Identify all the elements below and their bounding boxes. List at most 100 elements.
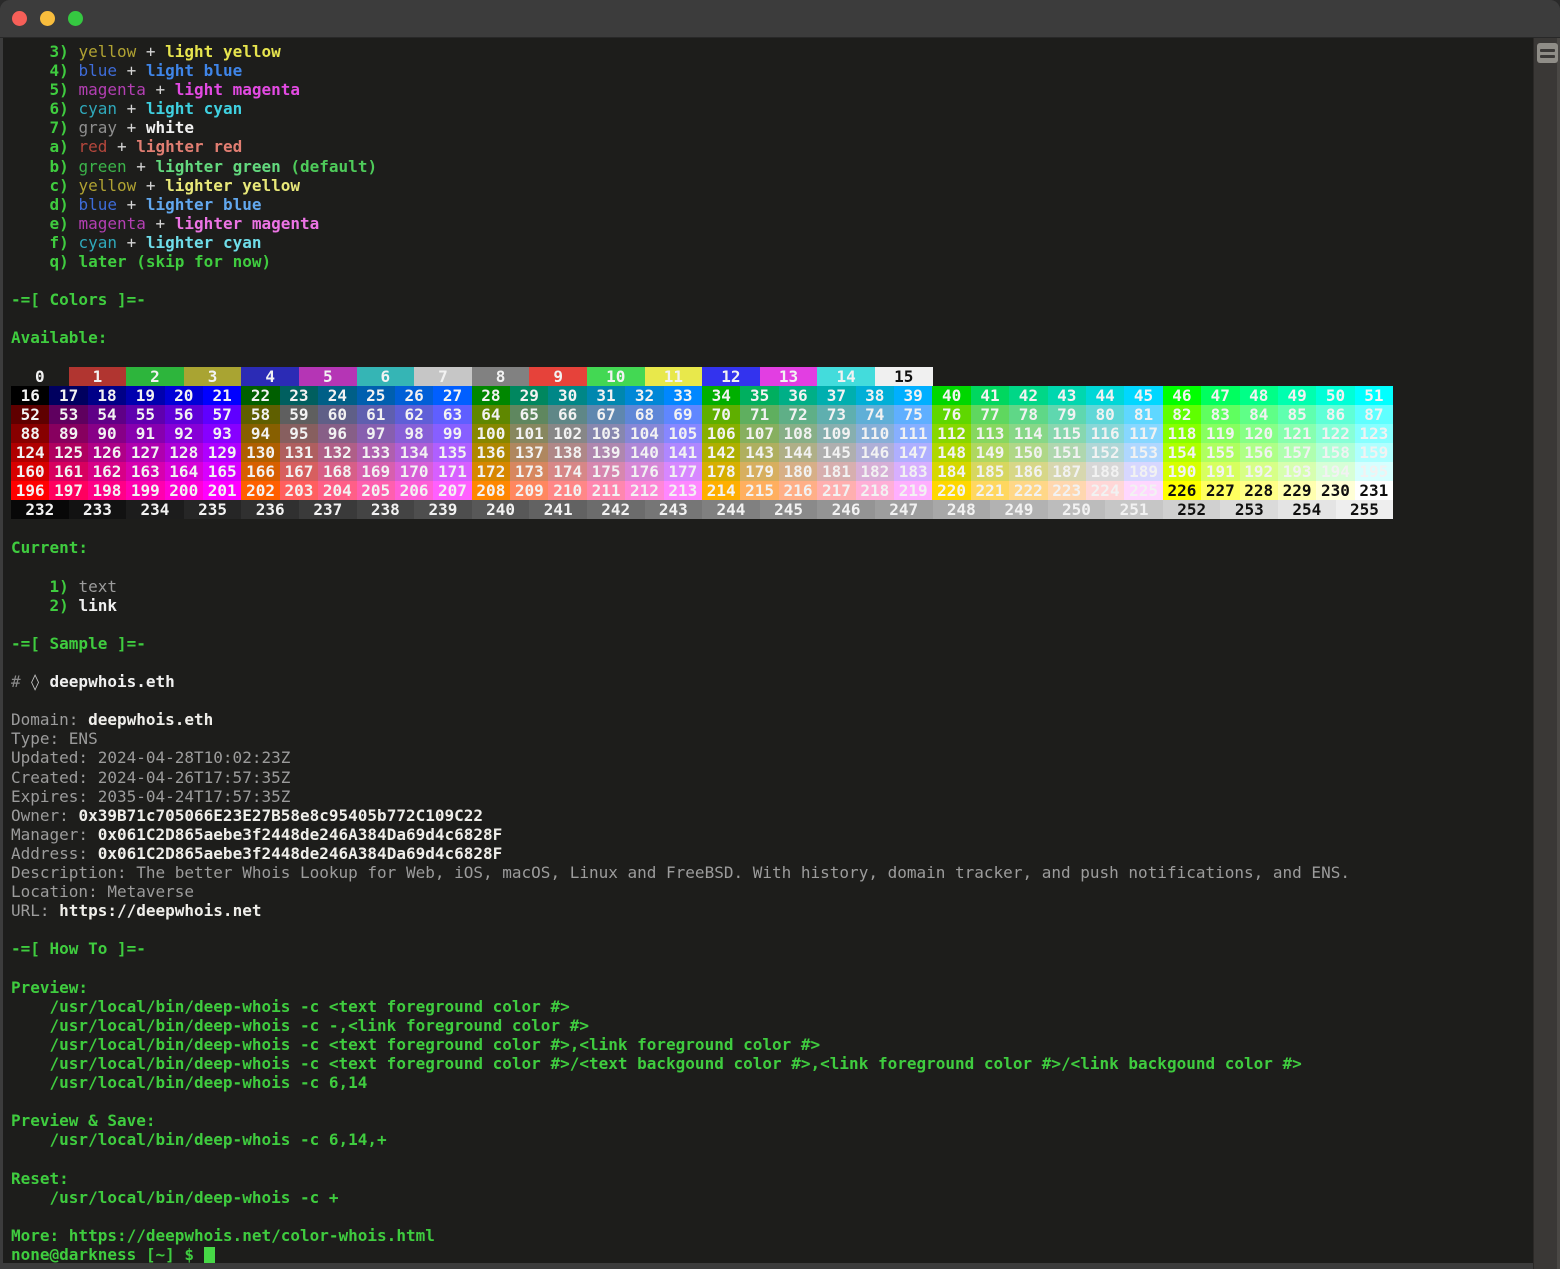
palette-row-16: 1617181920212223242526272829303132333435…: [11, 386, 1533, 405]
palette-cell-20: 20: [165, 386, 203, 405]
palette-cell-246: 246: [817, 500, 875, 519]
palette-cell-197: 197: [49, 481, 87, 500]
minimize-button[interactable]: [40, 11, 55, 26]
close-button[interactable]: [12, 11, 27, 26]
palette-cell-121: 121: [1278, 424, 1316, 443]
palette-cell-176: 176: [625, 462, 663, 481]
terminal-cursor: [204, 1247, 215, 1263]
whois-domain: Domain: deepwhois.eth: [11, 710, 1533, 729]
blank: [11, 1092, 1533, 1111]
palette-cell-231: 231: [1355, 481, 1393, 500]
text-segment: Preview & Save:: [11, 1111, 156, 1130]
palette-row-0: 0123456789101112131415: [11, 367, 1533, 386]
menu-option-b: b) green + lighter green (default): [11, 157, 1533, 176]
preview-save-command: /usr/local/bin/deep-whois -c 6,14,+: [11, 1130, 1533, 1149]
text-segment: +: [117, 61, 146, 80]
palette-cell-62: 62: [395, 405, 433, 424]
palette-cell-107: 107: [740, 424, 778, 443]
palette-cell-140: 140: [625, 443, 663, 462]
scrollback-menu-button[interactable]: [1537, 43, 1558, 63]
palette-cell-187: 187: [1048, 462, 1086, 481]
palette-cell-162: 162: [88, 462, 126, 481]
palette-cell-71: 71: [740, 405, 778, 424]
text-segment: 3): [11, 42, 78, 61]
palette-cell-233: 233: [69, 500, 127, 519]
preview-command-4: /usr/local/bin/deep-whois -c <text foreg…: [11, 1054, 1533, 1073]
palette-cell-66: 66: [548, 405, 586, 424]
palette-cell-4: 4: [241, 367, 299, 386]
zoom-button[interactable]: [68, 11, 83, 26]
palette-cell-17: 17: [49, 386, 87, 405]
palette-cell-152: 152: [1086, 443, 1124, 462]
palette-cell-244: 244: [702, 500, 760, 519]
text-segment: magenta: [78, 214, 145, 233]
palette-cell-63: 63: [433, 405, 471, 424]
palette-cell-184: 184: [932, 462, 970, 481]
menu-option-4: 4) blue + light blue: [11, 61, 1533, 80]
palette-cell-2: 2: [126, 367, 184, 386]
preview-label: Preview:: [11, 978, 1533, 997]
palette-cell-116: 116: [1086, 424, 1124, 443]
palette-cell-90: 90: [88, 424, 126, 443]
palette-cell-160: 160: [11, 462, 49, 481]
terminal-content[interactable]: 3) yellow + light yellow 4) blue + light…: [0, 38, 1533, 1269]
palette-cell-85: 85: [1278, 405, 1316, 424]
palette-cell-211: 211: [587, 481, 625, 500]
palette-cell-117: 117: [1124, 424, 1162, 443]
available-label: Available:: [11, 328, 1533, 347]
titlebar[interactable]: [0, 0, 1560, 38]
text-segment: +: [136, 176, 165, 195]
palette-cell-47: 47: [1201, 386, 1239, 405]
text-segment: Reset:: [11, 1169, 69, 1188]
palette-cell-243: 243: [645, 500, 703, 519]
palette-cell-61: 61: [357, 405, 395, 424]
blank: [11, 959, 1533, 978]
palette-cell-215: 215: [740, 481, 778, 500]
palette-cell-186: 186: [1009, 462, 1047, 481]
text-segment: yellow: [78, 176, 136, 195]
text-segment: later (skip for now): [78, 252, 271, 271]
scrollbar-track[interactable]: [1533, 38, 1560, 1269]
palette-cell-22: 22: [241, 386, 279, 405]
palette-cell-82: 82: [1163, 405, 1201, 424]
text-segment: Location: Metaverse: [11, 882, 194, 901]
text-segment: Updated: 2024-04-28T10:02:23Z: [11, 748, 290, 767]
palette-cell-167: 167: [280, 462, 318, 481]
blank: [11, 1149, 1533, 1168]
palette-cell-28: 28: [472, 386, 510, 405]
palette-cell-8: 8: [472, 367, 530, 386]
palette-cell-241: 241: [529, 500, 587, 519]
text-segment: b): [11, 157, 78, 176]
text-segment: +: [146, 80, 175, 99]
palette-cell-129: 129: [203, 443, 241, 462]
blank: [11, 348, 1533, 367]
palette-cell-119: 119: [1201, 424, 1239, 443]
palette-cell-23: 23: [280, 386, 318, 405]
palette-cell-68: 68: [625, 405, 663, 424]
text-segment: cyan: [78, 99, 117, 118]
palette-cell-166: 166: [241, 462, 279, 481]
palette-cell-33: 33: [664, 386, 702, 405]
current-label: Current:: [11, 538, 1533, 557]
prompt[interactable]: none@darkness [~] $: [11, 1245, 1533, 1264]
palette-cell-225: 225: [1124, 481, 1162, 500]
palette-cell-79: 79: [1048, 405, 1086, 424]
menu-option-e: e) magenta + lighter magenta: [11, 214, 1533, 233]
text-segment: light magenta: [175, 80, 300, 99]
text-segment: Preview:: [11, 978, 88, 997]
palette-cell-10: 10: [587, 367, 645, 386]
palette-cell-165: 165: [203, 462, 241, 481]
palette-cell-169: 169: [357, 462, 395, 481]
palette-cell-175: 175: [587, 462, 625, 481]
palette-cell-179: 179: [740, 462, 778, 481]
palette-cell-217: 217: [817, 481, 855, 500]
palette-cell-70: 70: [702, 405, 740, 424]
palette-cell-138: 138: [548, 443, 586, 462]
preview-command-1: /usr/local/bin/deep-whois -c <text foreg…: [11, 997, 1533, 1016]
menu-option-3: 3) yellow + light yellow: [11, 42, 1533, 61]
text-segment: Type: ENS: [11, 729, 98, 748]
text-segment: /usr/local/bin/deep-whois -c +: [11, 1188, 339, 1207]
palette-cell-192: 192: [1240, 462, 1278, 481]
palette-cell-110: 110: [856, 424, 894, 443]
menu-option-f: f) cyan + lighter cyan: [11, 233, 1533, 252]
